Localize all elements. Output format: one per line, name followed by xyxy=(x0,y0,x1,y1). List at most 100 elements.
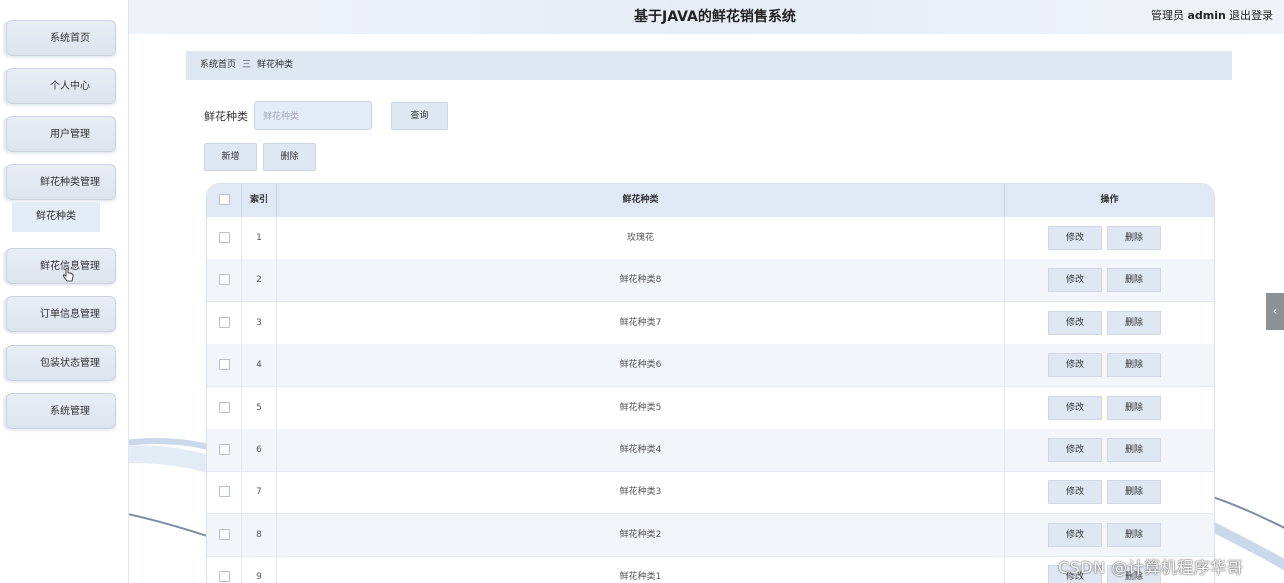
breadcrumb-home[interactable]: 系统首页 xyxy=(200,60,236,70)
row-checkbox[interactable] xyxy=(218,232,230,243)
row-category-name: 鲜花种类6 xyxy=(277,344,1005,387)
table-row: 4 鲜花种类6 修改 删除 xyxy=(207,344,1214,388)
row-category-name: 鲜花种类8 xyxy=(277,259,1005,302)
row-actions: 修改 删除 xyxy=(1005,471,1214,513)
chevron-left-icon: ‹ xyxy=(1272,304,1278,318)
row-delete-button[interactable]: 删除 xyxy=(1107,438,1161,462)
logout-link[interactable]: 退出登录 xyxy=(1229,7,1273,23)
header-category: 鲜花种类 xyxy=(277,184,1005,217)
row-delete-button[interactable]: 删除 xyxy=(1107,353,1161,378)
table-row: 3 鲜花种类7 修改 删除 xyxy=(207,301,1214,345)
row-actions: 修改 删除 xyxy=(1005,514,1214,556)
edit-button[interactable]: 修改 xyxy=(1048,310,1102,335)
row-index: 2 xyxy=(242,259,277,302)
sidebar-item-flower-category[interactable]: 鲜花种类管理 xyxy=(6,164,116,200)
row-checkbox[interactable] xyxy=(218,316,230,328)
row-delete-button[interactable]: 删除 xyxy=(1107,268,1161,293)
row-index: 1 xyxy=(242,217,277,259)
search-input[interactable] xyxy=(254,101,372,130)
sidebar-item-packaging[interactable]: 包装状态管理 xyxy=(6,345,116,381)
row-select-cell xyxy=(207,556,242,583)
row-index: 6 xyxy=(242,429,277,471)
table-header: 索引 鲜花种类 操作 xyxy=(207,184,1214,217)
app-title: 基于JAVA的鲜花销售系统 xyxy=(634,9,796,25)
admin-role: 管理员 xyxy=(1151,9,1184,22)
row-select-cell xyxy=(207,259,242,302)
row-actions: 修改 删除 xyxy=(1005,344,1214,386)
sidebar-item-system[interactable]: 系统管理 xyxy=(6,393,116,429)
row-select-cell xyxy=(207,386,242,429)
row-index: 3 xyxy=(242,301,277,344)
sidebar-item-profile[interactable]: 个人中心 xyxy=(6,68,116,104)
header-index: 索引 xyxy=(242,184,277,217)
row-category-name: 鲜花种类4 xyxy=(277,429,1005,471)
row-actions: 修改 删除 xyxy=(1005,302,1214,344)
row-select-cell xyxy=(207,301,242,344)
top-header: 基于JAVA的鲜花销售系统 管理员 admin 退出登录 xyxy=(129,0,1284,34)
table-row: 6 鲜花种类4 修改 删除 xyxy=(207,429,1214,472)
row-checkbox[interactable] xyxy=(218,444,230,455)
row-delete-button[interactable]: 删除 xyxy=(1107,480,1161,505)
hand-cursor-icon xyxy=(62,268,74,282)
table-row: 7 鲜花种类3 修改 删除 xyxy=(207,471,1214,515)
sidebar-item-users[interactable]: 用户管理 xyxy=(6,116,116,152)
row-delete-button[interactable]: 删除 xyxy=(1107,395,1161,420)
sidebar: 系统首页 个人中心 用户管理 鲜花种类管理 鲜花种类 鲜花信息管理 订单信息管理… xyxy=(0,0,129,583)
row-checkbox[interactable] xyxy=(218,401,230,413)
edit-button[interactable]: 修改 xyxy=(1048,438,1102,462)
row-index: 5 xyxy=(242,386,277,429)
breadcrumb-current: 鲜花种类 xyxy=(257,60,294,70)
breadcrumb: 系统首页三鲜花种类 xyxy=(186,51,1232,80)
row-actions: 修改 删除 xyxy=(1005,259,1214,301)
row-delete-button[interactable]: 删除 xyxy=(1107,310,1161,335)
add-button[interactable]: 新增 xyxy=(204,143,257,171)
header-actions: 操作 xyxy=(1100,195,1119,205)
row-select-cell xyxy=(207,513,242,556)
breadcrumb-separator: 三 xyxy=(242,60,252,70)
delete-button[interactable]: 删除 xyxy=(263,143,316,171)
row-index: 7 xyxy=(242,471,277,514)
sidebar-subitem-flower-category[interactable]: 鲜花种类 xyxy=(12,202,100,232)
row-category-name: 鲜花种类7 xyxy=(277,301,1005,344)
row-category-name: 鲜花种类5 xyxy=(277,386,1005,429)
row-category-name: 鲜花种类1 xyxy=(277,556,1005,583)
edit-button[interactable]: 修改 xyxy=(1048,353,1102,378)
row-select-cell xyxy=(207,471,242,514)
sidebar-item-orders[interactable]: 订单信息管理 xyxy=(6,296,116,332)
row-checkbox[interactable] xyxy=(218,274,230,286)
row-delete-button[interactable]: 删除 xyxy=(1107,522,1161,547)
table-row: 1 玫瑰花 修改 删除 xyxy=(207,217,1214,260)
row-checkbox[interactable] xyxy=(218,528,230,540)
row-index: 4 xyxy=(242,344,277,387)
edit-button[interactable]: 修改 xyxy=(1048,226,1102,250)
edit-button[interactable]: 修改 xyxy=(1048,480,1102,505)
row-index: 9 xyxy=(242,556,277,583)
main-content: 基于JAVA的鲜花销售系统 管理员 admin 退出登录 系统首页三鲜花种类 鲜… xyxy=(129,0,1284,583)
row-checkbox[interactable] xyxy=(218,486,230,498)
row-actions: 修改 删除 xyxy=(1005,217,1214,259)
watermark: CSDN @计算机程序华哥 xyxy=(1058,558,1244,577)
edit-button[interactable]: 修改 xyxy=(1048,395,1102,420)
row-select-cell xyxy=(207,429,242,471)
table-row: 5 鲜花种类5 修改 删除 xyxy=(207,386,1214,430)
row-select-cell xyxy=(207,217,242,259)
row-category-name: 鲜花种类2 xyxy=(277,513,1005,556)
row-checkbox[interactable] xyxy=(218,571,230,583)
row-category-name: 玫瑰花 xyxy=(277,217,1005,259)
collapse-tab[interactable]: ‹ xyxy=(1266,293,1284,330)
search-label: 鲜花种类 xyxy=(204,110,248,123)
row-checkbox[interactable] xyxy=(218,359,230,371)
row-category-name: 鲜花种类3 xyxy=(277,471,1005,514)
row-delete-button[interactable]: 删除 xyxy=(1107,226,1161,250)
table-row: 2 鲜花种类8 修改 删除 xyxy=(207,259,1214,303)
edit-button[interactable]: 修改 xyxy=(1048,522,1102,547)
admin-name: admin xyxy=(1187,9,1226,22)
sidebar-item-flower-info[interactable]: 鲜花信息管理 xyxy=(6,248,116,284)
flower-category-table: 索引 鲜花种类 操作 1 玫瑰花 修改 删除 2 鲜花种类8 修改 删除 3 鲜花种类7 修改 删除 4… xyxy=(206,183,1215,583)
sidebar-item-home[interactable]: 系统首页 xyxy=(6,20,116,56)
edit-button[interactable]: 修改 xyxy=(1048,268,1102,293)
select-all-checkbox[interactable] xyxy=(218,194,230,205)
select-all-cell xyxy=(207,184,242,217)
query-button[interactable]: 查询 xyxy=(391,102,448,130)
table-row: 8 鲜花种类2 修改 删除 xyxy=(207,513,1214,557)
